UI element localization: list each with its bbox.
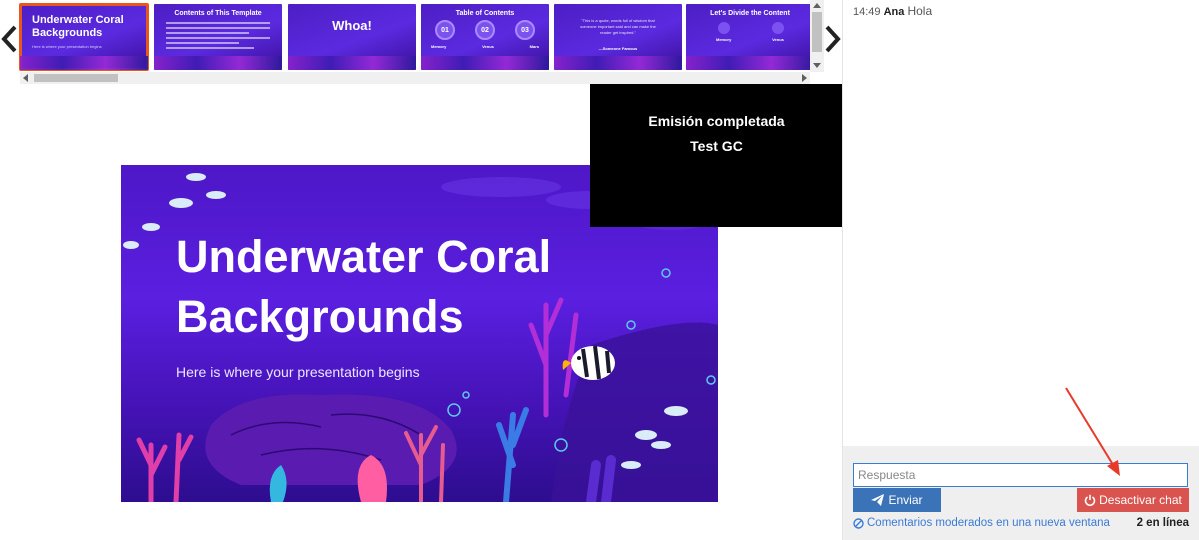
thumbnail-vertical-scrollbar[interactable] bbox=[810, 0, 824, 72]
send-button[interactable]: Enviar bbox=[853, 488, 941, 512]
send-button-label: Enviar bbox=[888, 493, 923, 507]
scrollbar-thumb[interactable] bbox=[34, 74, 118, 82]
thumbnail-title: Underwater Coral Backgrounds bbox=[32, 14, 124, 39]
power-icon bbox=[1084, 494, 1096, 506]
thumbnail-quote-author: —Someone Famous bbox=[598, 46, 638, 51]
annotation-arrow-icon bbox=[1065, 387, 1120, 476]
broadcast-status-text: Emisión completada bbox=[648, 113, 785, 129]
thumbnail-quote: "This is a quote, words full of wisdom t… bbox=[580, 18, 656, 35]
thumbnail-slide-4[interactable]: Table of Contents 01 02 03 Memory Venus … bbox=[421, 4, 549, 70]
chevron-right-icon bbox=[825, 25, 841, 53]
number-circle: 03 bbox=[515, 20, 535, 40]
scroll-left-arrow-icon[interactable] bbox=[23, 74, 28, 82]
paper-plane-icon bbox=[871, 494, 885, 506]
thumbnail-slide-2[interactable]: Contents of This Template bbox=[154, 4, 282, 70]
slide-thumbnail-strip: Underwater Coral Backgrounds Here is whe… bbox=[0, 0, 850, 84]
chat-reply-input[interactable] bbox=[853, 463, 1188, 487]
column-icon bbox=[772, 22, 784, 34]
chat-panel: 14:49 Ana Hola Enviar Desactivar chat Co… bbox=[842, 0, 1199, 540]
thumbnail-seabed-decoration bbox=[554, 56, 682, 70]
scroll-up-arrow-icon[interactable] bbox=[813, 3, 821, 8]
deactivate-chat-label: Desactivar chat bbox=[1099, 493, 1182, 507]
chat-message-time: 14:49 bbox=[853, 6, 881, 18]
thumbnail-seabed-decoration bbox=[154, 56, 282, 70]
previous-slides-button[interactable] bbox=[0, 24, 18, 54]
slide-title-line-1: Underwater Coral bbox=[176, 231, 552, 282]
moderated-comments-label: Comentarios moderados en una nueva venta… bbox=[867, 517, 1110, 529]
thumbnail-title: Whoa! bbox=[332, 18, 372, 33]
column-label: Memory bbox=[716, 37, 732, 42]
scroll-down-arrow-icon[interactable] bbox=[813, 63, 821, 68]
number-circle: 01 bbox=[435, 20, 455, 40]
app-root: Underwater Coral Backgrounds Here is whe… bbox=[0, 0, 1199, 540]
chat-message: 14:49 Ana Hola bbox=[853, 4, 932, 18]
thumbnail-title: Contents of This Template bbox=[174, 10, 262, 17]
thumbnail-list: Underwater Coral Backgrounds Here is whe… bbox=[19, 3, 820, 72]
thumbnail-title: Table of Contents bbox=[455, 10, 515, 17]
next-slides-button[interactable] bbox=[824, 24, 842, 54]
number-circle: 02 bbox=[475, 20, 495, 40]
thumbnail-slide-5[interactable]: "This is a quote, words full of wisdom t… bbox=[554, 4, 682, 70]
thumbnail-slide-1[interactable]: Underwater Coral Backgrounds Here is whe… bbox=[19, 3, 149, 71]
broadcast-event-name: Test GC bbox=[690, 138, 743, 154]
circle-label: Memory bbox=[431, 44, 447, 49]
scroll-right-arrow-icon[interactable] bbox=[802, 74, 807, 82]
column-icon bbox=[717, 22, 730, 34]
thumbnail-title: Let's Divide the Content bbox=[710, 10, 790, 17]
slide-subtitle: Here is where your presentation begins bbox=[176, 364, 420, 380]
chat-footer: Enviar Desactivar chat Comentarios moder… bbox=[843, 446, 1199, 540]
slide-title: Underwater Coral Backgrounds bbox=[176, 227, 551, 347]
deactivate-chat-button[interactable]: Desactivar chat bbox=[1077, 488, 1189, 512]
slide-title-line-2: Backgrounds bbox=[176, 291, 464, 342]
circle-label: Venus bbox=[482, 44, 494, 49]
thumbnail-subtitle: Here is where your presentation begins bbox=[32, 44, 102, 49]
column-label: Venus bbox=[772, 37, 784, 42]
scrollbar-thumb[interactable] bbox=[812, 12, 822, 52]
online-count: 2 en línea bbox=[1136, 517, 1189, 529]
circle-label: Mars bbox=[529, 44, 539, 49]
ban-icon bbox=[853, 517, 864, 529]
thumbnail-seabed-decoration bbox=[421, 56, 549, 70]
thumbnail-number-circles: 01 02 03 bbox=[435, 20, 535, 40]
thumbnail-circle-labels: Memory Venus Mars bbox=[431, 44, 539, 49]
broadcast-status-overlay: Emisión completada Test GC bbox=[590, 84, 843, 227]
thumbnail-horizontal-scrollbar[interactable] bbox=[20, 72, 810, 84]
thumbnail-columns: Memory Venus bbox=[716, 22, 784, 42]
chat-message-text: Hola bbox=[907, 4, 933, 18]
thumbnail-slide-3[interactable]: Whoa! bbox=[288, 4, 416, 70]
thumbnail-seabed-decoration bbox=[288, 56, 416, 70]
thumbnail-text-lines bbox=[166, 22, 270, 52]
chevron-left-icon bbox=[1, 25, 17, 53]
thumbnail-slide-6[interactable]: Let's Divide the Content Memory Venus bbox=[686, 4, 814, 70]
chat-message-user: Ana bbox=[883, 6, 905, 18]
thumbnail-seabed-decoration bbox=[686, 56, 814, 70]
moderated-comments-link[interactable]: Comentarios moderados en una nueva venta… bbox=[853, 517, 1110, 529]
thumbnail-seabed-decoration bbox=[20, 56, 148, 70]
